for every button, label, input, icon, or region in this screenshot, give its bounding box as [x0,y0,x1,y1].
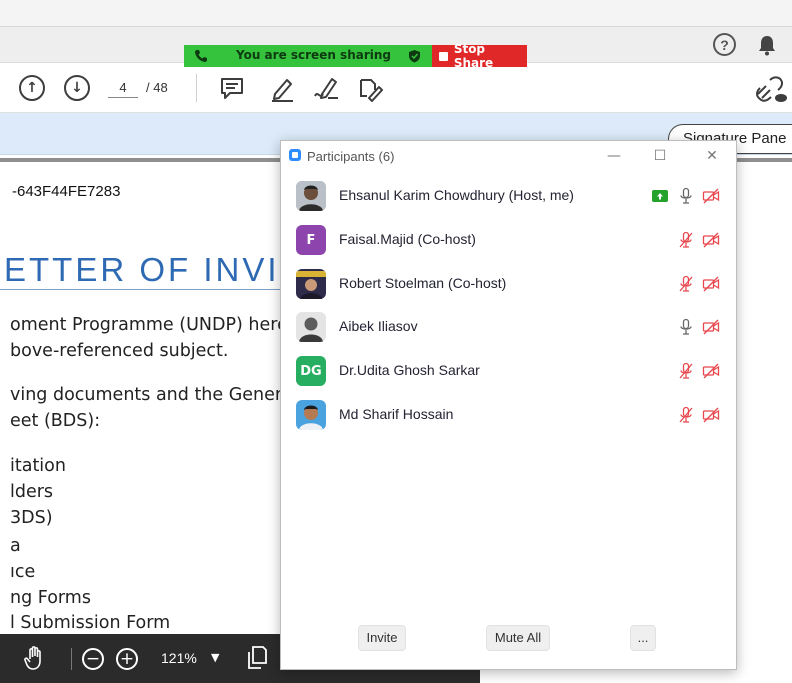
person-photo-icon [296,400,326,430]
video-off-icon[interactable] [702,362,720,380]
document-line: l Submission Form [10,613,171,633]
document-line: ng Forms [10,588,91,608]
participant-name: Robert Stoelman (Co-host) [339,275,507,291]
phone-icon [195,50,207,62]
stop-share-button[interactable]: Stop Share [432,42,527,70]
microphone-muted-icon[interactable] [677,275,695,293]
maximize-icon[interactable]: ☐ [647,145,673,167]
zoom-dropdown-icon[interactable]: ▼ [211,651,219,664]
microphone-muted-icon[interactable] [677,406,695,424]
zoom-in-icon[interactable]: + [116,648,138,670]
person-photo-icon [296,269,326,299]
help-icon[interactable]: ? [713,33,736,56]
participants-title-bar[interactable]: Participants (6) — ☐ ✕ [281,141,736,171]
participant-row[interactable]: Ehsanul Karim Chowdhury (Host, me) [281,175,736,217]
avatar: F [296,225,326,255]
participant-name: Aibek Iliasov [339,318,418,334]
document-line: bove-referenced subject. [10,341,229,361]
participants-footer: Invite Mute All ... [281,613,736,669]
person-photo-icon [296,312,326,342]
bottom-toolbar-divider [71,648,72,670]
document-line: oment Programme (UNDP) here [10,315,288,335]
participant-name: Ehsanul Karim Chowdhury (Host, me) [339,187,574,203]
sign-icon[interactable] [312,74,340,102]
hand-tool-icon[interactable] [24,645,46,671]
participant-row[interactable]: DG Dr.Udita Ghosh Sarkar [281,350,736,392]
avatar [296,181,326,211]
page-total: / 48 [146,80,168,95]
participant-row[interactable]: Md Sharif Hossain [281,394,736,436]
close-icon[interactable]: ✕ [699,145,725,167]
video-off-icon[interactable] [702,318,720,336]
avatar [296,269,326,299]
toolbar-divider [196,74,197,102]
avatar: DG [296,356,326,386]
document-line: ıce [10,562,36,582]
previous-page-button[interactable]: ↑ [19,75,45,101]
person-photo-icon [296,181,326,211]
share-link-icon[interactable] [752,74,788,104]
bell-icon[interactable] [757,34,777,56]
highlight-pen-icon[interactable] [268,74,296,102]
document-id: -643F44FE7283 [12,183,121,200]
document-line: a [10,536,21,556]
participant-name: Md Sharif Hossain [339,406,454,422]
microphone-icon[interactable] [677,318,695,336]
screen-share-text: You are screen sharing [236,48,392,62]
avatar [296,400,326,430]
video-off-icon[interactable] [702,275,720,293]
zoom-out-icon[interactable]: − [82,648,104,670]
minimize-icon[interactable]: — [601,145,627,167]
document-heading: ETTER OF INVITA [4,251,326,288]
video-off-icon[interactable] [702,231,720,249]
heading-rule [0,289,290,290]
microphone-muted-icon[interactable] [677,231,695,249]
shield-icon [409,50,420,63]
participants-title: Participants (6) [307,149,395,164]
participant-row[interactable]: F Faisal.Majid (Co-host) [281,219,736,261]
zoom-logo-icon [289,149,301,161]
microphone-icon[interactable] [677,187,695,205]
screen-share-status-icon [652,190,668,202]
document-line: 3DS) [10,508,53,528]
microphone-muted-icon[interactable] [677,362,695,380]
stop-share-label: Stop Share [453,42,494,70]
document-line: itation [10,456,66,476]
video-off-icon[interactable] [702,406,720,424]
document-line: lders [10,482,54,502]
participant-name: Faisal.Majid (Co-host) [339,231,476,247]
mute-all-button[interactable]: Mute All [486,625,550,651]
invite-button[interactable]: Invite [358,625,406,651]
zoom-level[interactable]: 121% [161,650,197,666]
stop-square-icon [439,51,448,61]
page-thumbnails-icon[interactable] [246,645,268,671]
participants-panel: Participants (6) — ☐ ✕ Ehsanul Karim Cho… [280,140,737,670]
title-strip [0,0,792,26]
document-line: eet (BDS): [10,411,101,431]
participant-row[interactable]: Aibek Iliasov [281,306,736,348]
more-options-button[interactable]: ... [630,625,656,651]
avatar [296,312,326,342]
participant-row[interactable]: Robert Stoelman (Co-host) [281,263,736,305]
video-off-icon[interactable] [702,187,720,205]
document-line: ving documents and the Genera [10,385,293,405]
fill-sign-icon[interactable] [355,74,383,102]
next-page-button[interactable]: ↓ [64,75,90,101]
comment-icon[interactable] [218,74,246,102]
screen-share-status: You are screen sharing [184,45,432,67]
page-number-input[interactable] [108,78,138,98]
participant-name: Dr.Udita Ghosh Sarkar [339,362,480,378]
screen-share-banner: You are screen sharing Stop Share [184,42,527,70]
